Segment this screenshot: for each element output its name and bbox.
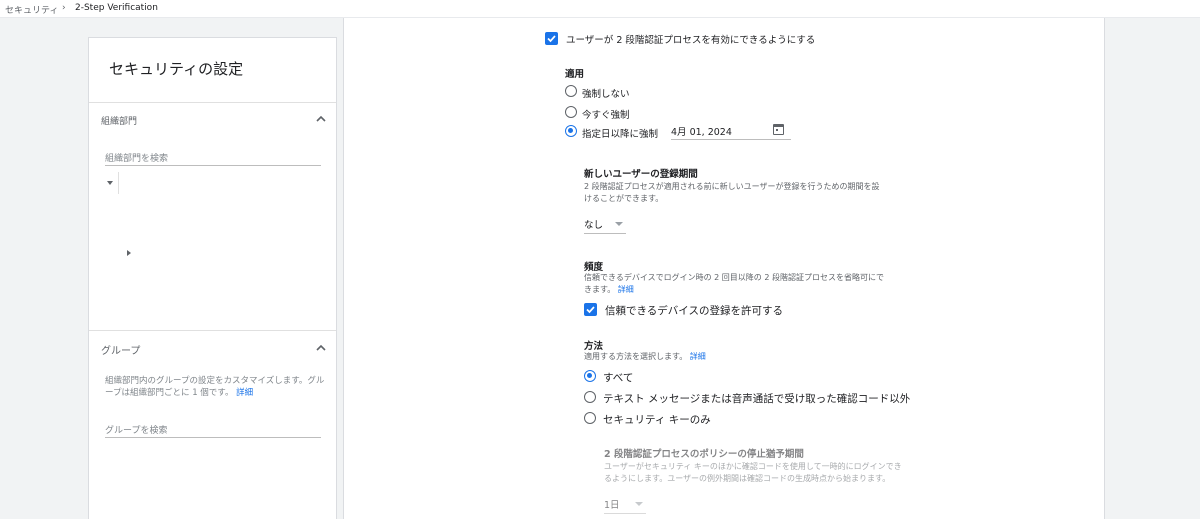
methods-details-link[interactable]: 詳細 [690,352,706,361]
settings-sidebar: セキュリティの設定 組織部門 組織部門を検索 グループ 組織部門内のグループの設… [88,37,337,519]
enable-2sv-checkbox[interactable] [545,32,558,45]
org-unit-label: 組織部門 [101,117,138,127]
frequency-description-line: 信頼できるデバイスでログイン時の 2 回目以降の 2 段階認証プロセスを省略可に… [584,273,884,282]
grace-period-select[interactable]: 1日 [604,494,646,514]
enable-2sv-label: ユーザーが 2 段階認証プロセスを有効にできるようにする [566,35,816,46]
enrollment-heading: 新しいユーザーの登録期間 [584,169,698,180]
enforcement-date-input[interactable]: 4月 01, 2024 [671,121,791,140]
radio-method-except-sms[interactable] [584,391,596,403]
radio-label: 今すぐ強制 [582,110,630,121]
group-search-placeholder: グループを検索 [105,426,168,436]
trusted-device-checkbox[interactable] [584,303,597,316]
tree-line [118,172,119,194]
org-unit-search-placeholder: 組織部門を検索 [105,154,169,164]
checkmark-icon [586,306,595,314]
tree-collapsed-icon[interactable] [127,250,131,256]
group-description-text: 組織部門内のグループの設定をカスタマイズします。グループは組織部門ごとに 1 個… [105,376,325,398]
breadcrumb-security-link[interactable]: セキュリティ [5,3,58,16]
dropdown-arrow-icon [615,222,623,226]
radio-label: すべて [603,372,634,384]
chevron-up-icon[interactable] [315,342,327,354]
breadcrumb-current: 2-Step Verification [75,3,158,13]
radio-label: 強制しない [582,89,630,100]
org-unit-search-input[interactable]: 組織部門を検索 [105,148,321,166]
enrollment-description: 2 段階認証プロセスが適用される前に新しいユーザーが登録を行うための期間を設 け… [584,181,879,204]
frequency-heading: 頻度 [584,262,604,273]
enforcement-date-value: 4月 01, 2024 [671,127,732,138]
frequency-description: 信頼できるデバイスでログイン時の 2 回目以降の 2 段階認証プロセスを省略可に… [584,272,884,295]
methods-heading: 方法 [584,341,604,352]
radio-method-all[interactable] [584,370,596,382]
frequency-details-link[interactable]: 詳細 [618,285,634,294]
tree-expand-icon[interactable] [107,181,113,185]
methods-description-text: 適用する方法を選択します。 [584,352,688,361]
grace-period-value: 1日 [604,500,620,511]
grace-period-heading: 2 段階認証プロセスのポリシーの停止猶予期間 [604,449,804,460]
radio-label: テキスト メッセージまたは音声通話で受け取った確認コード以外 [603,393,911,405]
grace-period-description-line: ユーザーがセキュリティ キーのほかに確認コードを使用して一時的にログインでき [604,462,902,471]
radio-label: セキュリティ キーのみ [603,414,711,426]
divider [89,330,336,331]
group-details-link[interactable]: 詳細 [236,388,253,398]
enrollment-description-line: けることができます。 [584,193,664,203]
radio-label: 指定日以降に強制 [582,129,659,140]
radio-enforce-now[interactable] [565,106,577,118]
radio-method-security-key[interactable] [584,412,596,424]
calendar-icon[interactable] [773,124,784,135]
sidebar-title: セキュリティの設定 [109,60,244,78]
breadcrumb: セキュリティ › 2-Step Verification [0,0,1200,18]
group-label: グループ [101,346,141,357]
frequency-description-line2: きます。 詳細 [584,284,884,296]
frequency-description-text: きます。 [584,284,616,294]
dropdown-arrow-icon [635,502,643,506]
breadcrumb-separator-icon: › [62,3,66,13]
checkmark-icon [547,35,556,43]
radio-no-enforcement[interactable] [565,85,577,97]
trusted-device-label: 信頼できるデバイスの登録を許可する [605,305,783,317]
divider [89,102,336,103]
main-settings-panel: ユーザーが 2 段階認証プロセスを有効にできるようにする 適用 強制しない 今す… [343,18,1105,519]
enrollment-description-line: 2 段階認証プロセスが適用される前に新しいユーザーが登録を行うための期間を設 [584,182,880,191]
grace-period-description: ユーザーがセキュリティ キーのほかに確認コードを使用して一時的にログインでき る… [604,461,902,484]
methods-description: 適用する方法を選択します。 詳細 [584,351,706,363]
radio-enforce-from-date[interactable] [565,125,577,137]
group-search-input[interactable]: グループを検索 [105,420,321,438]
enrollment-period-select[interactable]: なし [584,214,626,234]
group-description: 組織部門内のグループの設定をカスタマイズします。グループは組織部門ごとに 1 個… [105,375,327,399]
grace-period-description-line: るようにします。ユーザーの例外期間は確認コードの生成時点から始まります。 [604,473,891,483]
chevron-up-icon[interactable] [315,113,327,125]
enforcement-heading: 適用 [565,69,585,80]
enrollment-period-value: なし [584,220,604,231]
